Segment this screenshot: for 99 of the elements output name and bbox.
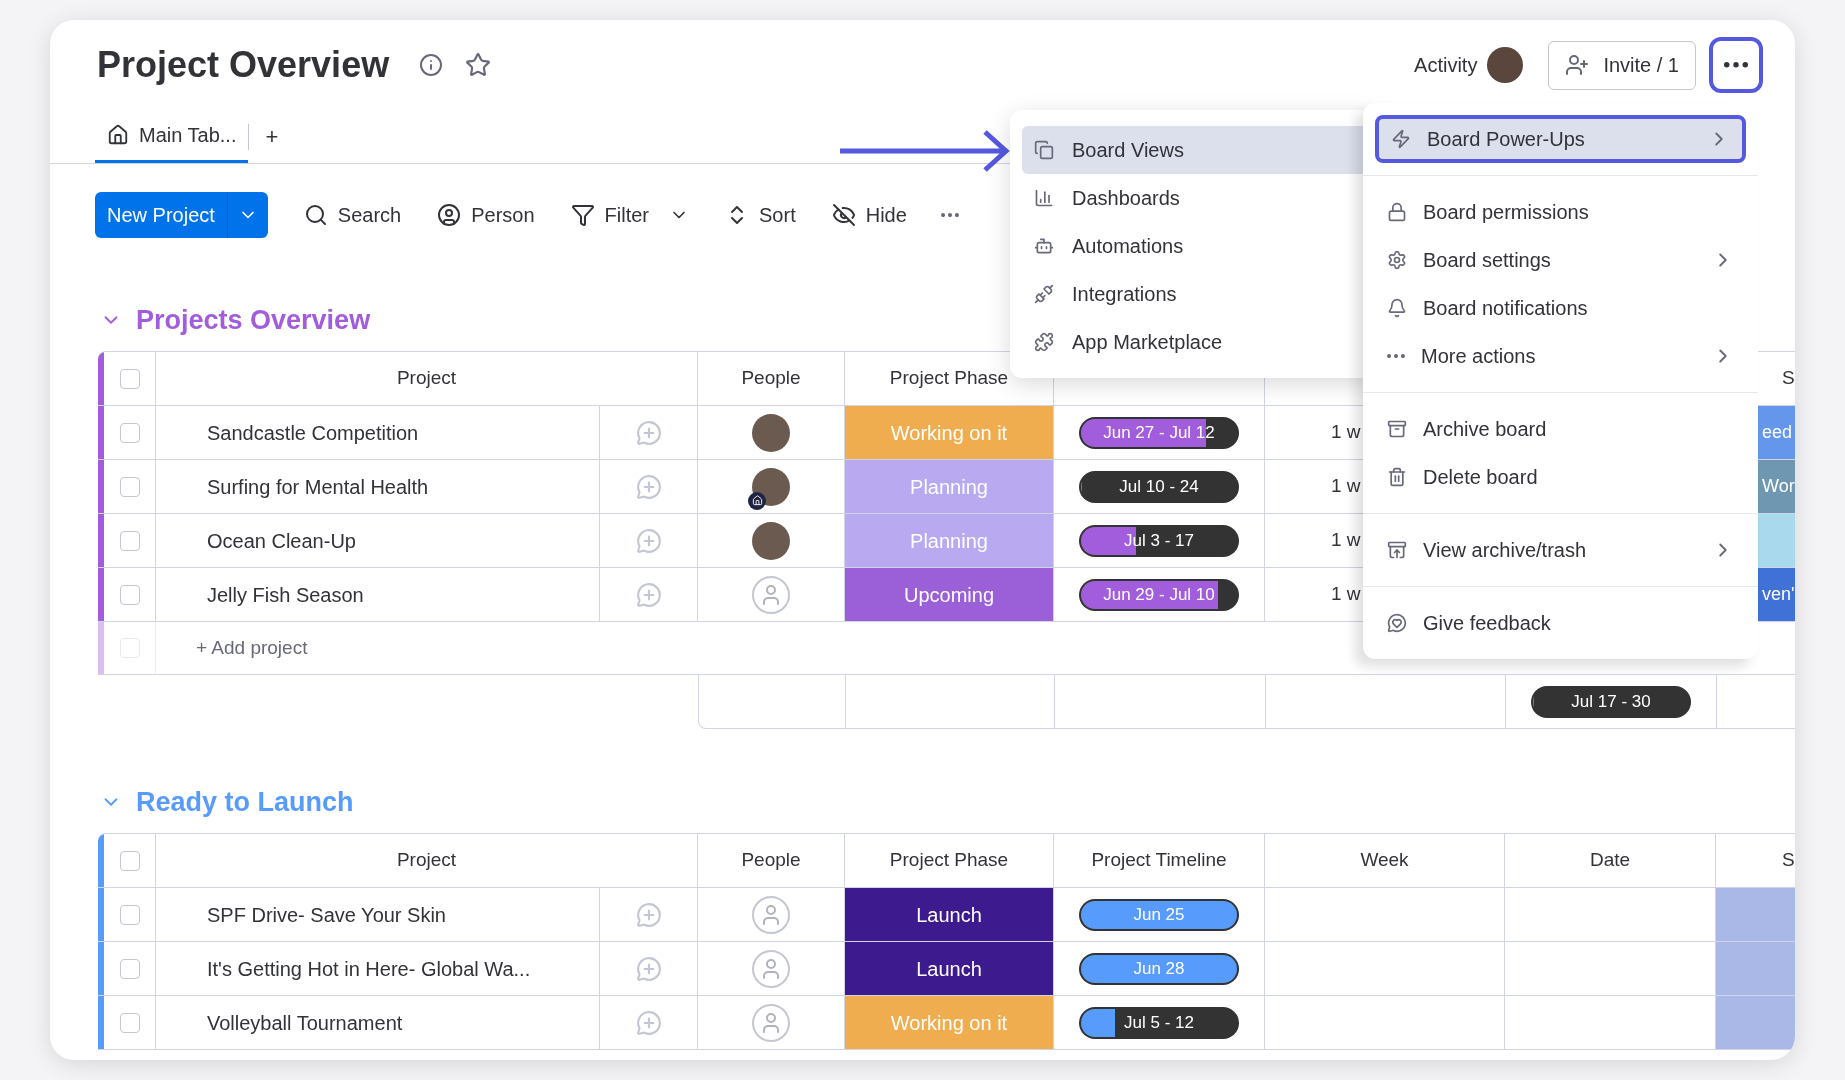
column-header: S xyxy=(1782,366,1795,391)
column-header: S xyxy=(1782,848,1795,873)
toolbar-button[interactable]: Search xyxy=(303,200,402,230)
column-header: Date xyxy=(1589,848,1631,873)
archive-restore-icon xyxy=(1387,540,1407,560)
add-update-icon[interactable] xyxy=(635,527,662,554)
home-icon xyxy=(107,124,129,146)
column-header: Week xyxy=(1360,848,1409,873)
row-checkbox[interactable] xyxy=(119,584,140,605)
column-header: Project Timeline xyxy=(1091,848,1227,873)
menu-item[interactable]: Give feedback xyxy=(1375,599,1746,647)
row-checkbox[interactable] xyxy=(119,904,140,925)
timeline-text: Jul 10 - 24 xyxy=(1119,475,1199,498)
board-title: Project Overview xyxy=(97,43,390,87)
add-tab-button[interactable]: + xyxy=(265,120,279,153)
timeline-text: Jun 25 xyxy=(1133,903,1185,926)
project-name[interactable]: Surfing for Mental Health xyxy=(207,471,429,502)
settings-icon xyxy=(1387,250,1407,270)
bell-icon xyxy=(1387,298,1407,318)
project-name[interactable]: Jelly Fish Season xyxy=(207,579,364,610)
menu-item[interactable]: More actions xyxy=(1375,332,1746,380)
toolbar-button[interactable]: Hide xyxy=(831,200,907,230)
more-options-button[interactable] xyxy=(1709,37,1763,93)
add-update-icon[interactable] xyxy=(635,419,662,446)
row-checkbox[interactable] xyxy=(119,422,140,443)
add-update-icon[interactable] xyxy=(635,581,662,608)
archive-icon xyxy=(1387,419,1407,439)
project-name[interactable]: SPF Drive- Save Your Skin xyxy=(207,899,446,930)
column-header: People xyxy=(741,366,801,391)
add-update-icon[interactable] xyxy=(635,1009,662,1036)
menu-item[interactable]: Board notifications xyxy=(1375,284,1746,332)
timeline-text: Jun 28 xyxy=(1133,957,1185,980)
group-title[interactable]: Projects Overview xyxy=(136,299,371,341)
plug-icon xyxy=(1034,284,1054,304)
row-checkbox[interactable] xyxy=(119,476,140,497)
lock-icon xyxy=(1387,202,1407,222)
toolbar-button[interactable]: Sort xyxy=(725,200,796,230)
column-header: Project Phase xyxy=(889,848,1009,873)
pages-icon xyxy=(1034,140,1054,160)
eye-off-icon xyxy=(831,203,856,227)
menu-item[interactable]: Archive board xyxy=(1375,405,1746,453)
menu-item[interactable]: Dashboards xyxy=(1022,174,1373,222)
menu-item[interactable]: Integrations xyxy=(1022,270,1373,318)
chart-icon xyxy=(1034,188,1054,208)
dots-icon xyxy=(1387,353,1405,359)
row-checkbox[interactable] xyxy=(119,958,140,979)
project-name[interactable]: Ocean Clean-Up xyxy=(207,525,356,556)
dots-icon xyxy=(1724,62,1748,68)
project-name[interactable]: It's Getting Hot in Here- Global Wa... xyxy=(207,953,531,984)
menu-item[interactable]: Delete board xyxy=(1375,453,1746,501)
info-icon[interactable] xyxy=(419,53,444,77)
row-checkbox[interactable] xyxy=(119,368,140,389)
puzzle-icon xyxy=(1034,332,1054,352)
star-icon[interactable] xyxy=(465,52,492,78)
robot-icon xyxy=(1034,236,1054,256)
person-icon xyxy=(437,203,462,227)
menu-item[interactable]: Board Power-Ups xyxy=(1375,115,1746,163)
week-text: 1 w xyxy=(1331,582,1361,607)
new-project-button[interactable]: New Project xyxy=(95,192,268,238)
column-header: Project xyxy=(396,366,457,391)
search-icon xyxy=(303,203,328,227)
phase-status[interactable]: Launch xyxy=(845,942,1054,995)
avatar-photo[interactable] xyxy=(1487,47,1524,83)
project-name[interactable]: Volleyball Tournament xyxy=(207,1007,403,1038)
timeline-text: Jun 29 - Jul 10 xyxy=(1103,583,1215,606)
row-checkbox[interactable] xyxy=(119,850,140,871)
menu-item[interactable]: View archive/trash xyxy=(1375,526,1746,574)
add-project-link[interactable]: + Add project xyxy=(196,633,308,663)
trash-icon xyxy=(1387,467,1407,487)
activity-link[interactable]: Activity xyxy=(1414,50,1478,80)
view-tab[interactable]: Main Tab... xyxy=(95,110,249,163)
filter-icon xyxy=(570,203,595,227)
invite-button[interactable]: Invite / 1 xyxy=(1548,40,1696,90)
menu-item[interactable]: Board permissions xyxy=(1375,188,1746,236)
add-update-icon[interactable] xyxy=(635,955,662,982)
add-user-icon xyxy=(1565,53,1590,77)
add-update-icon[interactable] xyxy=(635,901,662,928)
week-text: 1 w xyxy=(1331,420,1361,445)
week-text: 1 w xyxy=(1331,474,1361,499)
column-header: People xyxy=(741,848,801,873)
phase-status[interactable]: Launch xyxy=(845,888,1054,941)
heart-chat-icon xyxy=(1387,613,1407,633)
menu-item[interactable]: Board settings xyxy=(1375,236,1746,284)
toolbar-button[interactable]: Person xyxy=(437,200,535,230)
week-text: 1 w xyxy=(1331,528,1361,553)
lightning-icon xyxy=(1391,129,1411,149)
timeline-text: Jul 17 - 30 xyxy=(1571,690,1651,713)
row-checkbox[interactable] xyxy=(119,1012,140,1033)
column-header: Project Phase xyxy=(889,366,1009,391)
toolbar-button[interactable]: Filter xyxy=(570,200,649,230)
add-update-icon[interactable] xyxy=(635,473,662,500)
phase-status[interactable]: Upcoming xyxy=(845,568,1054,621)
menu-item[interactable]: Automations xyxy=(1022,222,1373,270)
dots-icon[interactable] xyxy=(940,212,959,218)
project-name[interactable]: Sandcastle Competition xyxy=(207,417,419,448)
column-header: Project xyxy=(396,848,457,873)
row-checkbox[interactable] xyxy=(119,530,140,551)
menu-item[interactable]: App Marketplace xyxy=(1022,318,1373,366)
timeline-text: Jul 5 - 12 xyxy=(1124,1011,1194,1034)
